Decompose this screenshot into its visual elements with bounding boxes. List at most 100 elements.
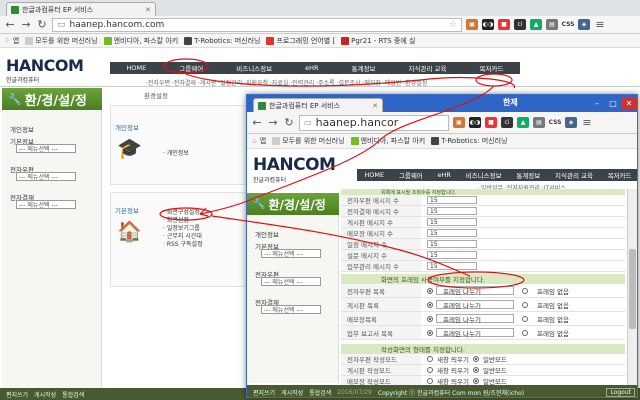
frame-split-option[interactable]: 프레임 나누기 — [427, 328, 514, 338]
frame-none-option[interactable]: 프레임 없음 — [522, 286, 581, 296]
reload-icon[interactable]: ↻ — [283, 116, 295, 129]
status-search[interactable]: 통합검색 — [62, 390, 84, 399]
radio-selected[interactable] — [427, 287, 433, 294]
forward-arrow-icon[interactable]: → — [267, 116, 279, 129]
side-select-approval[interactable]: --- 메뉴선택 --- — [261, 305, 321, 314]
close-tab-icon[interactable]: ✕ — [145, 6, 151, 14]
front-address-bar[interactable]: ▭ haanep.hancor — [299, 114, 449, 131]
logout-button[interactable]: Logout — [606, 387, 635, 397]
bookmark-apps[interactable]: ⁘ 앱 — [4, 36, 19, 46]
nav-business[interactable]: 비즈니스정보 — [233, 63, 275, 73]
count-select[interactable]: 15 — [427, 196, 477, 204]
radio[interactable] — [522, 315, 528, 322]
side-section-personal[interactable]: 개인정보 — [10, 124, 34, 134]
menu-icon[interactable]: ≡ — [594, 18, 606, 31]
bookmark-apps[interactable]: ⁘ 앱 — [251, 136, 266, 146]
bookmark-item[interactable]: 프로그래밍 언어별 [ — [266, 36, 335, 46]
frame-split-option[interactable]: 프레임 나누기 — [427, 314, 514, 324]
nav-business[interactable]: 비즈니스정보 — [463, 170, 505, 180]
frame-none-option[interactable]: 프레임 없음 — [522, 314, 581, 324]
maximize-icon[interactable]: □ — [605, 97, 621, 109]
bookmark-item[interactable]: 엔비디아, 파스칼 아키 — [350, 136, 425, 146]
link-screen-select[interactable]: · 화면선정 — [163, 217, 203, 225]
nav-stats[interactable]: 통계정보 — [349, 63, 379, 73]
extension-grey-icon[interactable]: ▤ — [546, 19, 558, 30]
radio-selected[interactable] — [472, 356, 479, 362]
back-arrow-icon[interactable]: ← — [4, 18, 16, 31]
side-select-approval[interactable]: --- 메뉴선택 --- — [16, 200, 76, 209]
count-select[interactable]: 15 — [427, 251, 477, 259]
nav-home[interactable]: HOME — [361, 171, 387, 179]
link-screen-layout[interactable]: · 화면구성설정 — [163, 209, 203, 217]
radio[interactable] — [522, 329, 528, 336]
status-write-post[interactable]: 게시작성 — [34, 390, 56, 399]
count-select[interactable]: 15 — [427, 262, 477, 270]
nav-ehr[interactable]: eHR — [435, 171, 454, 179]
status-search[interactable]: 통합검색 — [309, 388, 331, 397]
extension-blue-icon[interactable]: ◈ — [578, 19, 590, 30]
side-select-mail[interactable]: --- 메뉴선택 --- — [261, 277, 321, 286]
radio-selected[interactable] — [472, 378, 479, 384]
side-section-personal[interactable]: 개인정보 — [255, 229, 279, 239]
link-personal-info[interactable]: · 개인정보 — [163, 148, 189, 157]
extension-dark-icon[interactable]: ci — [514, 19, 526, 30]
count-select[interactable]: 15 — [427, 207, 477, 215]
bookmark-item[interactable]: T-Robotics: 머신러닝 — [184, 36, 260, 46]
menu-icon[interactable]: ≡ — [581, 116, 593, 129]
extension-dark-icon[interactable]: ci — [501, 117, 513, 128]
extension-red-icon[interactable]: ■ — [498, 19, 510, 30]
nav-groupware[interactable]: 그룹웨어 — [396, 170, 426, 180]
front-scrollbar[interactable] — [627, 189, 637, 385]
status-write-mail[interactable]: 편지쓰기 — [6, 390, 28, 399]
extension-icon[interactable]: ▣ — [453, 117, 465, 128]
nav-groupware[interactable]: 그룹웨어 — [176, 63, 206, 73]
extension-blue-icon[interactable]: ◈ — [565, 117, 577, 128]
nav-knowledge[interactable]: 지식관리 교육 — [406, 63, 450, 73]
css-icon[interactable]: CSS — [549, 117, 561, 128]
minimize-icon[interactable]: – — [589, 97, 605, 109]
back-site-logo[interactable]: HANCOM 한글과컴퓨터 — [6, 56, 84, 84]
back-tab[interactable]: 한글과컴퓨터 EP 서비스 ✕ — [6, 2, 156, 16]
forward-arrow-icon[interactable]: → — [20, 18, 32, 31]
link-timezone[interactable]: · 근무지 시간대 — [163, 233, 203, 241]
count-select[interactable]: 15 — [427, 229, 477, 237]
css-icon[interactable]: CSS — [562, 19, 574, 30]
extension-green-icon[interactable]: ▲ — [530, 19, 542, 30]
side-select-mail[interactable]: --- 메뉴선택 --- — [16, 172, 76, 181]
count-select[interactable]: 15 — [427, 240, 477, 248]
radio-selected[interactable] — [427, 301, 433, 308]
frame-split-option[interactable]: 프레임 나누기 — [427, 286, 514, 296]
extension-red-icon[interactable]: ■ — [485, 117, 497, 128]
frame-none-option[interactable]: 프레임 없음 — [522, 328, 581, 338]
link-schedule-group[interactable]: · 일정보기그룹 — [163, 225, 203, 233]
extension-grey-icon[interactable]: ▤ — [533, 117, 545, 128]
glasses-icon[interactable]: ◐◑ — [482, 19, 494, 30]
side-select-basic[interactable]: --- 메뉴선택 --- — [16, 144, 76, 153]
radio[interactable] — [522, 287, 528, 294]
link-rss[interactable]: · RSS 구독설정 — [163, 241, 203, 249]
bookmark-item[interactable]: T-Robotics: 머신러닝 — [431, 136, 507, 146]
nav-ehr[interactable]: eHR — [302, 64, 321, 72]
close-tab-icon[interactable]: ✕ — [372, 102, 378, 110]
radio-selected[interactable] — [427, 315, 433, 322]
nav-card[interactable]: 목저카드 — [477, 63, 507, 73]
radio[interactable] — [427, 378, 433, 384]
bookmark-item[interactable]: 모두를 위한 머신러닝 — [25, 36, 98, 46]
nav-card[interactable]: 목저카드 — [605, 170, 635, 180]
scrollbar-thumb[interactable] — [629, 249, 636, 329]
status-write-mail[interactable]: 편지쓰기 — [253, 388, 275, 397]
nav-stats[interactable]: 통계정보 — [513, 170, 543, 180]
frame-split-option[interactable]: 프레임 나누기 — [427, 300, 514, 310]
status-write-post[interactable]: 게시작성 — [281, 388, 303, 397]
glasses-icon[interactable]: ◐◑ — [469, 117, 481, 128]
front-tab[interactable]: 한글과컴퓨터 EP 서비스 ✕ — [253, 98, 383, 112]
side-select-basic[interactable]: --- 메뉴선택 --- — [261, 249, 321, 258]
radio[interactable] — [427, 367, 433, 373]
back-arrow-icon[interactable]: ← — [251, 116, 263, 129]
nav-home[interactable]: HOME — [124, 64, 150, 72]
star-icon[interactable]: ☆ — [449, 20, 457, 30]
extension-green-icon[interactable]: ▲ — [517, 117, 529, 128]
bookmark-item[interactable]: Pgr21 - RTS 중에 실 — [341, 36, 415, 46]
radio-selected[interactable] — [472, 367, 479, 373]
extension-icon[interactable]: ▣ — [466, 19, 478, 30]
